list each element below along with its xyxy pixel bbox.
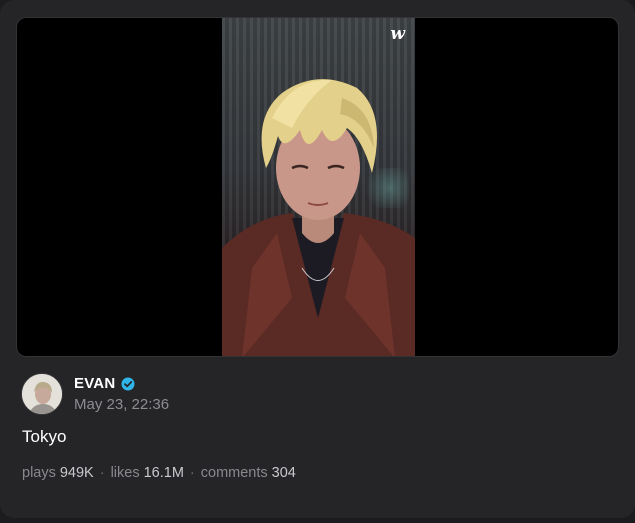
post-meta: EVAN May 23, 22:36 <box>74 375 169 413</box>
post-author: EVAN May 23, 22:36 <box>21 373 169 415</box>
video-frame[interactable]: w <box>222 18 415 356</box>
author-name-row: EVAN <box>74 375 169 392</box>
comments-count: 304 <box>271 465 296 481</box>
post-card: w EVAN May 23, 22:36 Tokyo plays 949K · … <box>0 0 635 518</box>
avatar[interactable] <box>21 373 63 415</box>
stats-separator: · <box>189 465 195 481</box>
post-date: May 23, 22:36 <box>74 396 170 413</box>
avatar-image <box>22 374 62 414</box>
post-caption: Tokyo <box>22 427 67 446</box>
stats-separator: · <box>99 465 105 481</box>
brand-logo: w <box>390 24 405 44</box>
comments-label: comments <box>200 465 268 481</box>
likes-count: 16.1M <box>143 465 184 481</box>
plays-label: plays <box>22 465 56 481</box>
verified-badge-icon <box>121 377 135 390</box>
video-thumbnail-person <box>222 79 415 356</box>
video-player[interactable]: w <box>16 17 619 357</box>
likes-label: likes <box>110 465 140 481</box>
author-name[interactable]: EVAN <box>74 375 115 392</box>
plays-count: 949K <box>59 465 94 481</box>
post-stats: plays 949K · likes 16.1M · comments 304 <box>22 465 296 481</box>
